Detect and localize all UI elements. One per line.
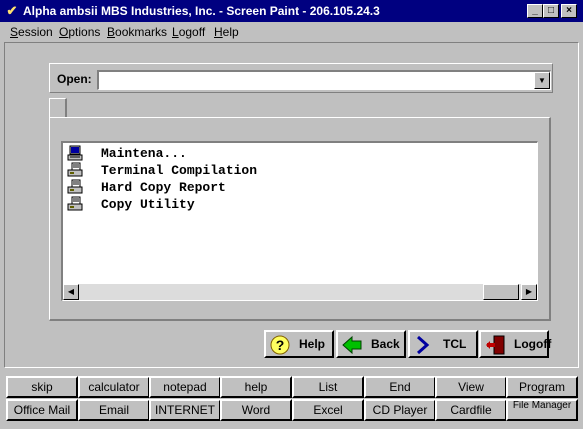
email-button[interactable]: Email [78,399,150,421]
tcl-button-label: TCL [443,337,467,351]
menu-session[interactable]: Session [10,25,53,39]
tab-main[interactable] [49,98,67,118]
program-button[interactable]: Program [506,376,578,398]
end-button[interactable]: End [364,376,436,398]
menu-options[interactable]: Options [59,25,100,39]
maximize-button[interactable]: □ [543,4,559,18]
logoff-button-label: Logoff [514,337,552,351]
terminal-icon [67,145,83,161]
printer-icon [67,179,83,194]
chevron-right-icon [417,335,430,355]
list-item-label: Maintena... [101,146,187,161]
excel-button[interactable]: Excel [292,399,364,421]
printer-icon [67,162,83,177]
word-button[interactable]: Word [220,399,292,421]
horizontal-scrollbar[interactable]: ◀ ▶ [63,284,537,300]
back-button-label: Back [371,337,400,351]
view-button[interactable]: View [435,376,507,398]
list-item[interactable]: Hard Copy Report [65,179,505,196]
list-item[interactable]: Maintena... [65,145,505,162]
exit-door-icon [486,335,505,355]
calculator-button[interactable]: calculator [78,376,150,398]
printer-icon [67,196,83,211]
title-bar[interactable]: ✔ Alpha ambsii MBS Industries, Inc. - Sc… [0,0,583,22]
svg-text:?: ? [276,337,285,353]
skip-button[interactable]: skip [6,376,78,398]
menu-logoff[interactable]: Logoff [172,25,205,39]
help-button-label: Help [299,337,326,351]
list-item-label: Hard Copy Report [101,180,226,195]
open-combobox[interactable]: ▼ [97,70,551,90]
open-label: Open: [57,72,92,86]
list-item-label: Copy Utility [101,197,195,212]
close-button[interactable]: × [561,4,577,18]
back-button[interactable]: Back [336,330,406,358]
menu-listbox[interactable]: Maintena... Terminal Compilation Hard Co… [61,141,538,301]
list-item[interactable]: Terminal Compilation [65,162,505,179]
menu-bar: Session Options Bookmarks Logoff Help [0,22,583,42]
cardfile-button[interactable]: Cardfile [435,399,507,421]
list-item[interactable]: Copy Utility [65,196,505,213]
question-icon: ? [270,335,290,355]
file-manager-button[interactable]: File Manager [506,399,578,421]
list-button[interactable]: List [292,376,364,398]
chevron-down-icon[interactable]: ▼ [534,72,550,89]
minimize-button[interactable]: _ [527,4,543,18]
help-app-button[interactable]: help [220,376,292,398]
scroll-left-icon[interactable]: ◀ [63,284,79,300]
scroll-right-icon[interactable]: ▶ [521,284,537,300]
internet-button[interactable]: INTERNET [149,399,221,421]
office-mail-button[interactable]: Office Mail [6,399,78,421]
checkmark-logo-icon[interactable]: ✔ [4,3,20,19]
cd-player-button[interactable]: CD Player [364,399,436,421]
window-title: Alpha ambsii MBS Industries, Inc. - Scre… [23,4,380,18]
back-arrow-icon [342,335,362,355]
help-button[interactable]: ? Help [264,330,334,358]
notepad-button[interactable]: notepad [149,376,221,398]
scroll-thumb[interactable] [483,284,519,300]
list-item-label: Terminal Compilation [101,163,258,178]
menu-help[interactable]: Help [214,25,239,39]
tcl-button[interactable]: TCL [408,330,478,358]
logoff-button[interactable]: Logoff [479,330,552,358]
menu-bookmarks[interactable]: Bookmarks [107,25,167,39]
